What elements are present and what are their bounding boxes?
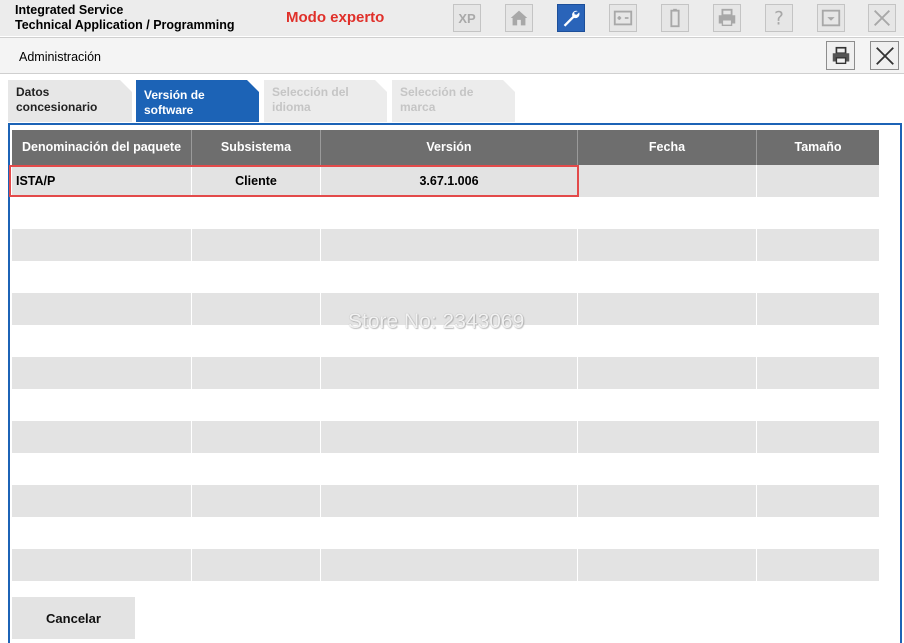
tab-label-line2: idioma xyxy=(272,100,311,114)
table-row xyxy=(12,421,879,453)
service-button[interactable] xyxy=(557,4,585,32)
column-header-version[interactable]: Versión xyxy=(321,130,578,165)
minimize-window-button[interactable] xyxy=(817,4,845,32)
top-bar: Integrated Service Technical Application… xyxy=(0,0,904,36)
admin-close-button[interactable] xyxy=(870,41,899,70)
table-row xyxy=(12,517,879,549)
tab-label-line1: Selección de xyxy=(400,85,474,99)
close-app-button[interactable] xyxy=(868,4,896,32)
app-title-line2: Technical Application / Programming xyxy=(15,18,235,32)
print-button[interactable] xyxy=(713,4,741,32)
tab-brand-selection: Selección de marca xyxy=(392,80,515,122)
cancel-button[interactable]: Cancelar xyxy=(12,597,135,639)
software-version-table: Denominación del paquete Subsistema Vers… xyxy=(12,130,879,581)
table-row xyxy=(12,229,879,261)
mode-label: Modo experto xyxy=(286,9,385,26)
tab-label-line2: marca xyxy=(400,100,436,114)
xp-icon: XP xyxy=(458,10,476,26)
calculator-icon xyxy=(613,10,633,26)
table-header: Denominación del paquete Subsistema Vers… xyxy=(12,130,879,165)
xp-button[interactable]: XP xyxy=(453,4,481,32)
cell-size xyxy=(757,165,879,197)
watermark: Store No: 2343069 xyxy=(348,310,525,333)
table-row xyxy=(12,389,879,421)
app-title: Integrated Service Technical Application… xyxy=(15,3,234,33)
help-button[interactable]: ? xyxy=(765,4,793,32)
table-row xyxy=(12,485,879,517)
svg-text:?: ? xyxy=(774,8,784,29)
tab-dealer-data[interactable]: Datos concesionario xyxy=(8,80,132,122)
home-button[interactable] xyxy=(505,4,533,32)
tab-label-line1: Datos xyxy=(16,85,50,99)
wrench-icon xyxy=(563,10,580,27)
admin-print-button[interactable] xyxy=(826,41,855,70)
print-icon xyxy=(832,46,849,64)
app-title-line1: Integrated Service xyxy=(15,3,124,17)
close-icon xyxy=(875,46,894,65)
battery-button[interactable] xyxy=(661,4,689,32)
tab-label-line1: Versión de xyxy=(144,88,205,102)
table-row xyxy=(12,549,879,581)
tab-language-selection: Selección del idioma xyxy=(264,80,387,122)
administration-bar: Administración xyxy=(0,37,904,74)
column-header-subsystem[interactable]: Subsistema xyxy=(192,130,321,165)
tab-label-line2: software xyxy=(144,103,194,117)
print-icon xyxy=(718,8,736,27)
table-row xyxy=(12,453,879,485)
table-row xyxy=(12,197,879,229)
calculator-button[interactable] xyxy=(609,4,637,32)
tab-label-line2: concesionario xyxy=(16,100,98,114)
table-row xyxy=(12,261,879,293)
minimize-window-icon xyxy=(821,9,841,27)
column-header-size[interactable]: Tamaño xyxy=(757,130,879,165)
help-icon: ? xyxy=(774,8,784,29)
column-header-date[interactable]: Fecha xyxy=(578,130,757,165)
cell-date xyxy=(578,165,757,197)
tab-software-version[interactable]: Versión de software xyxy=(136,80,259,122)
battery-icon xyxy=(670,8,680,28)
page-title: Administración xyxy=(19,50,101,64)
column-header-package[interactable]: Denominación del paquete xyxy=(12,130,192,165)
cell-version: 3.67.1.006 xyxy=(321,165,578,197)
home-icon xyxy=(510,10,528,26)
close-icon xyxy=(874,10,890,26)
cell-package: ISTA/P xyxy=(12,165,192,197)
table-row[interactable]: ISTA/P Cliente 3.67.1.006 xyxy=(12,165,879,197)
table-row xyxy=(12,357,879,389)
cell-subsystem: Cliente xyxy=(192,165,321,197)
tab-label-line1: Selección del xyxy=(272,85,349,99)
